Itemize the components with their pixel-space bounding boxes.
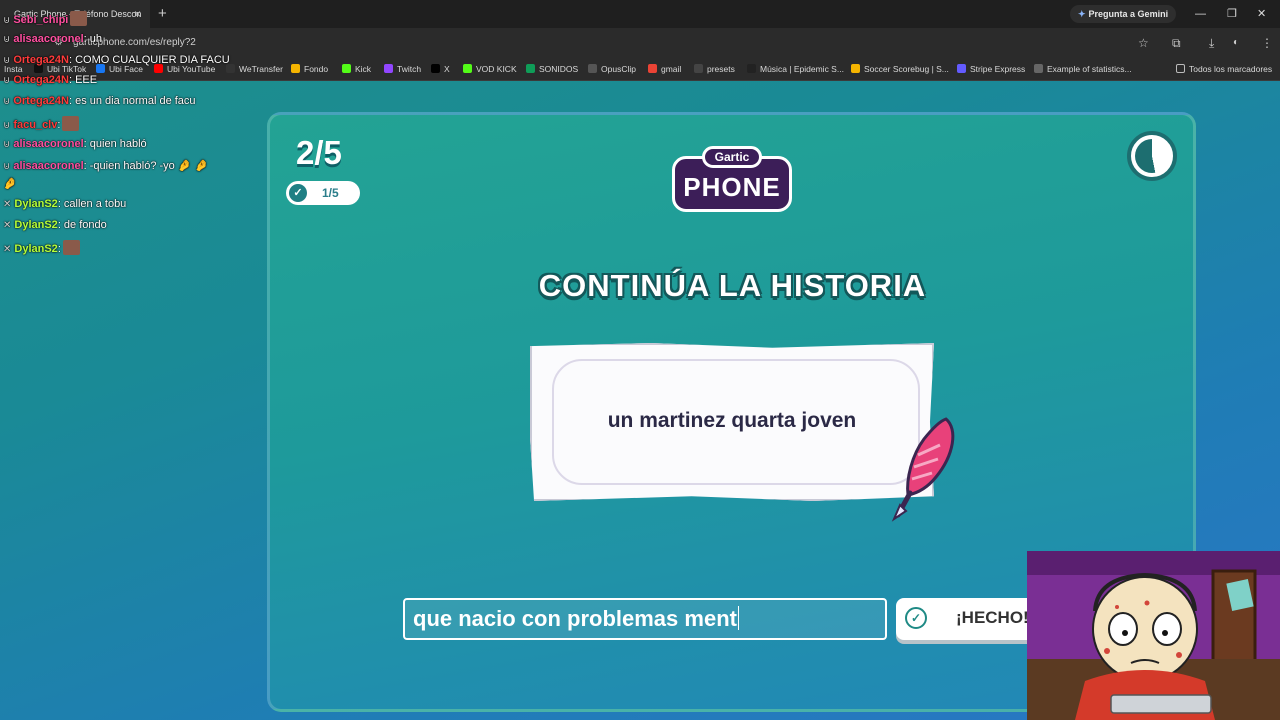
chat-emote-icon bbox=[62, 240, 80, 255]
menu-icon[interactable]: ⋮ bbox=[1261, 28, 1273, 58]
chat-text: : bbox=[57, 243, 61, 255]
chat-text: : EEE bbox=[68, 74, 98, 86]
chat-emote-icon bbox=[70, 11, 88, 26]
gemini-sparkle-icon: ✦ bbox=[1078, 9, 1086, 19]
chat-username[interactable]: DylanS2 bbox=[14, 243, 57, 255]
chat-text: : callen a tobu bbox=[57, 198, 127, 210]
chat-badge-icon: ✕ bbox=[3, 199, 12, 210]
download-icon[interactable]: ⤓ bbox=[1209, 28, 1214, 58]
chat-badge-icon: ⊍ bbox=[3, 15, 11, 26]
chat-message: ⊍ Ortega24N: es un dia normal de facu bbox=[3, 95, 196, 107]
chat-username[interactable]: alisaacoronel bbox=[13, 160, 83, 172]
chat-message: ✕ DylanS2: de fondo bbox=[3, 219, 107, 231]
chat-username[interactable]: alisaacoronel bbox=[13, 138, 83, 150]
extensions-icon[interactable]: ⧉ bbox=[1172, 28, 1181, 58]
minimize-button[interactable]: — bbox=[1195, 0, 1206, 28]
chat-message: ⊍ alisaacoronel: quien habló bbox=[3, 138, 147, 150]
timer-progress bbox=[1135, 139, 1169, 173]
bookmark-sonidos[interactable]: SONIDOS bbox=[526, 58, 578, 80]
chat-badge-icon: ✕ bbox=[3, 220, 12, 231]
chat-text: : COMO CUALQUIER DIA FACU bbox=[68, 54, 230, 66]
bookmark-all-folder[interactable]: Todos los marcadores bbox=[1176, 58, 1272, 80]
chat-username[interactable]: DylanS2 bbox=[14, 219, 57, 231]
chat-message: ✕ DylanS2: bbox=[3, 240, 80, 255]
chat-username[interactable]: Ortega24N bbox=[13, 95, 69, 107]
gemini-label: Pregunta a Gemini bbox=[1088, 9, 1169, 19]
bookmark-gmail[interactable]: gmail bbox=[648, 58, 681, 80]
done-button-label: ¡HECHO! bbox=[956, 608, 1029, 627]
chat-username[interactable]: Ortega24N bbox=[13, 74, 69, 86]
cartoon-avatar bbox=[1027, 551, 1280, 720]
chat-message: ⊍ Ortega24N: COMO CUALQUIER DIA FACU bbox=[3, 54, 230, 66]
chat-username[interactable]: DylanS2 bbox=[14, 198, 57, 210]
check-circle-icon: ✓ bbox=[905, 607, 927, 629]
chat-badge-icon: ⊍ bbox=[3, 120, 11, 131]
timer-icon bbox=[1127, 131, 1177, 181]
chat-username[interactable]: facu_clv bbox=[13, 119, 57, 131]
chat-message: ⊍ Ortega24N: EEE bbox=[3, 74, 97, 86]
quill-icon bbox=[891, 417, 955, 522]
chat-text: : es un dia normal de facu bbox=[68, 95, 196, 107]
bookmark-presets[interactable]: presets bbox=[694, 58, 735, 80]
bookmark-vod-kick[interactable]: VOD KICK bbox=[463, 58, 517, 80]
logo-gartic-text: Gartic bbox=[702, 146, 762, 168]
browser-tab-bar: Gartic Phone - Teléfono Descon × + ✦Preg… bbox=[0, 0, 1280, 28]
chat-badge-icon: ⊍ bbox=[3, 34, 11, 45]
chat-username[interactable]: alisaacoronel bbox=[13, 33, 83, 45]
chat-text: : de fondo bbox=[57, 219, 107, 231]
chat-badge-icon: ⊍ bbox=[3, 55, 11, 66]
bookmark-example-statistics[interactable]: Example of statistics... bbox=[1034, 58, 1132, 80]
bookmark-twitch[interactable]: Twitch bbox=[384, 58, 421, 80]
chat-text: : quien habló bbox=[83, 138, 147, 150]
page-title: CONTINÚA LA HISTORIA bbox=[538, 268, 927, 303]
story-prompt: un martinez quarta joven bbox=[607, 409, 857, 432]
gartic-phone-logo: Gartic PHONE bbox=[666, 138, 798, 216]
players-done-badge: ✓ 1/5 bbox=[286, 181, 360, 205]
bookmark-fondo[interactable]: Fondo bbox=[291, 58, 328, 80]
chat-username[interactable]: Sebi_chipi bbox=[13, 14, 68, 26]
bookmark-stripe-express[interactable]: Stripe Express bbox=[957, 58, 1025, 80]
streamer-avatar-overlay bbox=[1027, 551, 1280, 720]
chat-text: 🤌 bbox=[3, 178, 17, 190]
close-window-button[interactable]: ✕ bbox=[1257, 0, 1266, 28]
chat-message: ✕ DylanS2: callen a tobu bbox=[3, 198, 126, 210]
bookmark-wetransfer[interactable]: WeTransfer bbox=[226, 58, 283, 80]
chat-badge-icon: ⊍ bbox=[3, 96, 11, 107]
bookmark-opusclip[interactable]: OpusClip bbox=[588, 58, 636, 80]
logo-phone-text: PHONE bbox=[683, 172, 781, 202]
chat-badge-icon: ✕ bbox=[3, 244, 12, 255]
chat-emote-icon bbox=[62, 116, 80, 131]
chat-text: : uh bbox=[83, 33, 103, 45]
chat-text: : -quien habló? -yo 🤌 🤌 bbox=[83, 160, 209, 172]
chat-badge-icon: ⊍ bbox=[3, 75, 11, 86]
bookmark-kick[interactable]: Kick bbox=[342, 58, 371, 80]
chat-message: ⊍ facu_clv: bbox=[3, 116, 80, 131]
bookmark-x[interactable]: X bbox=[431, 58, 450, 80]
story-input-box[interactable] bbox=[403, 598, 887, 640]
chat-badge-icon: ⊍ bbox=[3, 139, 11, 150]
new-tab-button[interactable]: + bbox=[158, 0, 167, 28]
chat-message: 🤌 bbox=[3, 177, 17, 190]
chat-text: : bbox=[57, 119, 61, 131]
star-icon[interactable]: ☆ bbox=[1138, 28, 1149, 58]
gemini-button[interactable]: ✦ Pregunta a Gemini bbox=[1070, 5, 1177, 23]
chat-message: ⊍ alisaacoronel: -quien habló? -yo 🤌 🤌 bbox=[3, 159, 208, 172]
profile-icon[interactable]: ◐ bbox=[1233, 28, 1239, 58]
bookmark-soccer-scorebug[interactable]: Soccer Scorebug | S... bbox=[851, 58, 949, 80]
bookmark-musica[interactable]: Música | Epidemic S... bbox=[747, 58, 844, 80]
chat-message: ⊍ alisaacoronel: uh bbox=[3, 33, 102, 45]
chat-badge-icon: ⊍ bbox=[3, 161, 11, 172]
chat-username[interactable]: Ortega24N bbox=[13, 54, 69, 66]
tab-close-icon[interactable]: × bbox=[134, 0, 141, 28]
check-icon: ✓ bbox=[289, 184, 307, 202]
players-done-count: 1/5 bbox=[322, 186, 339, 200]
maximize-button[interactable]: ❐ bbox=[1227, 0, 1237, 28]
chat-message: ⊍ Sebi_chipi bbox=[3, 11, 88, 26]
round-counter: 2/5 bbox=[296, 134, 342, 171]
